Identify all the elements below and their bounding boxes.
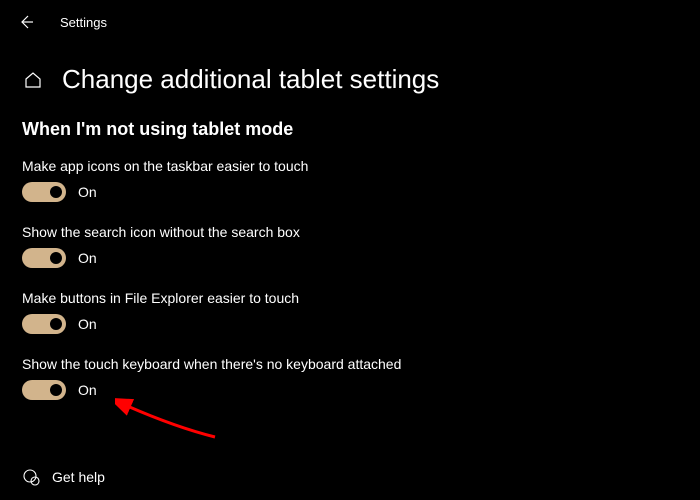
setting-label: Show the search icon without the search …	[22, 224, 678, 240]
setting-taskbar-icons: Make app icons on the taskbar easier to …	[22, 158, 678, 202]
toggle-thumb	[50, 186, 62, 198]
get-help-label: Get help	[52, 469, 105, 485]
back-button[interactable]	[16, 12, 36, 32]
help-icon	[22, 468, 40, 486]
toggle-state-label: On	[78, 184, 97, 200]
setting-label: Show the touch keyboard when there's no …	[22, 356, 678, 372]
toggle-state-label: On	[78, 250, 97, 266]
content-area: When I'm not using tablet mode Make app …	[0, 105, 700, 400]
toggle-row: On	[22, 248, 678, 268]
app-title: Settings	[60, 15, 107, 30]
setting-touch-keyboard: Show the touch keyboard when there's no …	[22, 356, 678, 400]
toggle-thumb	[50, 318, 62, 330]
toggle-row: On	[22, 182, 678, 202]
title-bar: Settings	[0, 0, 700, 44]
toggle-row: On	[22, 380, 678, 400]
home-button[interactable]	[22, 69, 44, 91]
get-help-link[interactable]: Get help	[22, 468, 105, 486]
toggle-search-icon[interactable]	[22, 248, 66, 268]
toggle-taskbar-icons[interactable]	[22, 182, 66, 202]
toggle-touch-keyboard[interactable]	[22, 380, 66, 400]
setting-search-icon: Show the search icon without the search …	[22, 224, 678, 268]
toggle-thumb	[50, 252, 62, 264]
toggle-thumb	[50, 384, 62, 396]
home-icon	[23, 70, 43, 90]
setting-file-explorer: Make buttons in File Explorer easier to …	[22, 290, 678, 334]
toggle-file-explorer[interactable]	[22, 314, 66, 334]
page-header: Change additional tablet settings	[0, 44, 700, 105]
page-title: Change additional tablet settings	[62, 64, 439, 95]
toggle-state-label: On	[78, 316, 97, 332]
setting-label: Make app icons on the taskbar easier to …	[22, 158, 678, 174]
setting-label: Make buttons in File Explorer easier to …	[22, 290, 678, 306]
toggle-state-label: On	[78, 382, 97, 398]
annotation-arrow-icon	[115, 397, 225, 447]
section-title: When I'm not using tablet mode	[22, 119, 678, 140]
toggle-row: On	[22, 314, 678, 334]
arrow-left-icon	[18, 14, 34, 30]
